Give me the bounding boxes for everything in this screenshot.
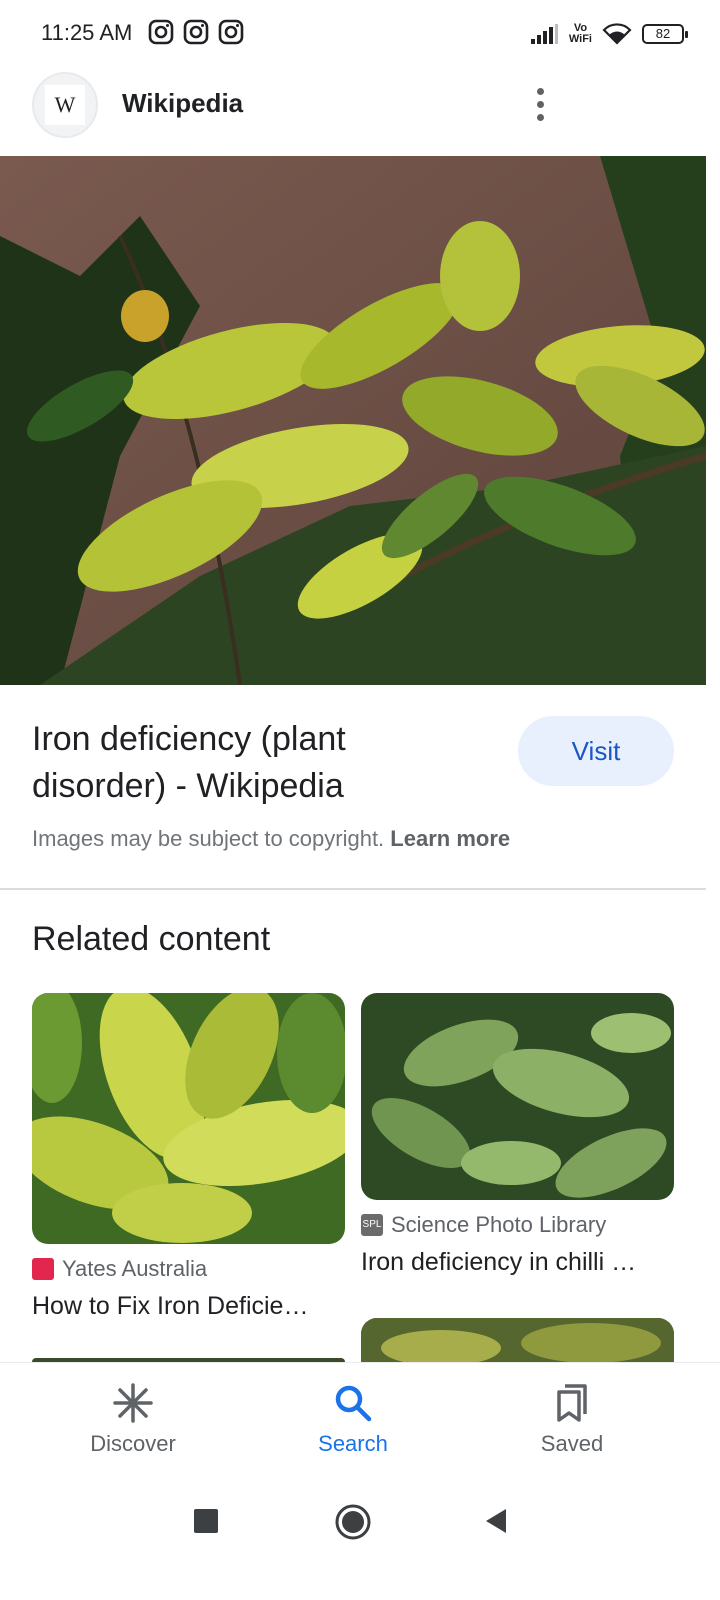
asterisk-icon [63,1381,203,1425]
copyright-text: Images may be subject to copyright. [32,826,385,851]
copyright-notice: Images may be subject to copyright. Lear… [32,826,510,852]
status-bar: 11:25 AM Vo WiFi 82 [0,0,720,68]
recents-square-icon[interactable] [192,1507,220,1535]
wifi-icon [602,23,632,45]
more-vert-icon[interactable] [520,82,560,126]
site-logo[interactable]: W [32,72,98,138]
card-image[interactable] [361,993,674,1200]
app-bar: W Wikipedia [0,68,720,156]
related-content-heading: Related content [32,920,271,958]
nav-saved[interactable]: Saved [502,1381,642,1457]
spl-logo-icon: SPL [361,1214,383,1236]
instagram-icon [183,19,209,45]
card-source: SPL Science Photo Library [361,1212,607,1237]
related-card[interactable]: SPL Science Photo Library Iron deficienc… [361,993,674,1277]
status-time: 11:25 AM [41,20,133,45]
visit-button[interactable]: Visit [518,716,674,786]
card-title[interactable]: How to Fix Iron Deficie… [32,1292,345,1321]
bookmarks-icon [502,1381,642,1425]
home-circle-icon[interactable] [334,1503,372,1541]
bottom-navigation: Discover Search Saved [0,1362,720,1476]
nav-discover[interactable]: Discover [63,1381,203,1457]
result-title[interactable]: Iron deficiency (plant disorder) - Wikip… [32,716,472,810]
card-source: Yates Australia [32,1256,345,1282]
card-image[interactable] [32,993,345,1244]
search-icon [283,1381,423,1425]
card-image[interactable] [361,1318,674,1362]
result-image[interactable] [0,156,706,685]
site-name[interactable]: Wikipedia [122,88,243,119]
instagram-icon [148,19,174,45]
wikipedia-logo-icon: W [45,85,85,125]
learn-more-link[interactable]: Learn more [390,826,510,851]
nav-search[interactable]: Search [283,1381,423,1457]
yates-logo-icon [32,1258,54,1280]
system-navigation [0,1475,720,1600]
battery-indicator: 82 [642,24,688,44]
divider [0,888,706,890]
card-title[interactable]: Iron deficiency in chilli … [361,1248,674,1277]
signal-icon [530,24,558,44]
volte-indicator: Vo WiFi [568,22,592,45]
back-triangle-icon[interactable] [482,1507,510,1535]
instagram-icon [218,19,244,45]
related-card[interactable]: Yates Australia How to Fix Iron Deficie… [32,993,345,1321]
